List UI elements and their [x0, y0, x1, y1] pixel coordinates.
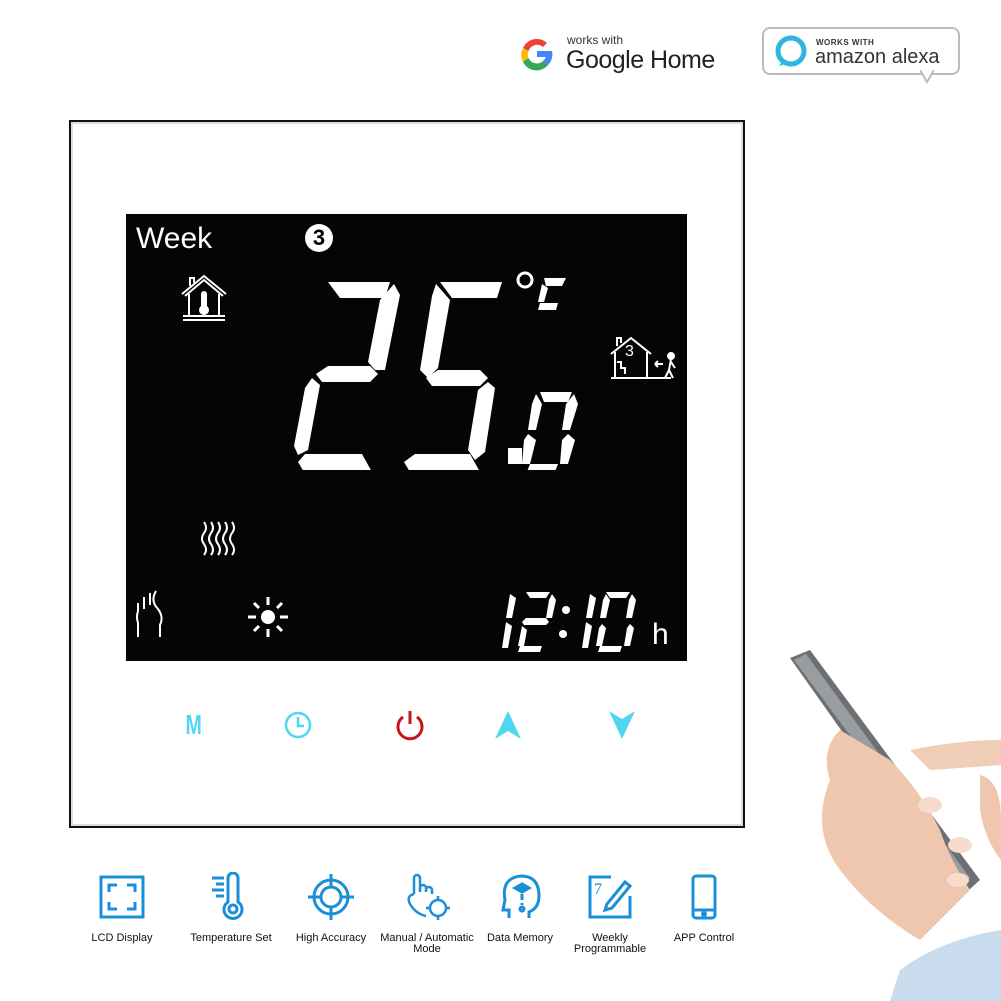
power-button[interactable]: [385, 700, 435, 750]
feature-label: Temperature Set: [190, 932, 272, 944]
google-g-icon: [521, 38, 553, 71]
hand-heat-icon: [136, 590, 163, 637]
feature-label: LCD Display: [91, 932, 153, 944]
program-number-badge: 3: [305, 224, 333, 252]
amazon-alexa-badge: WORKS WITH amazon alexa: [762, 27, 960, 75]
weekly-programmable-icon: 7: [588, 875, 633, 919]
celsius-unit: [516, 271, 566, 310]
svg-text:7: 7: [594, 881, 602, 898]
feature-temperature-set: Temperature Set: [176, 871, 286, 944]
clock-icon: [284, 711, 312, 739]
alexa-bubble-tail: [920, 70, 934, 84]
google-home-name: Google Home: [566, 46, 715, 74]
lcd-display-icon: [99, 875, 145, 919]
alexa-ring-icon: [775, 35, 807, 67]
away-mode-icon: [610, 336, 676, 379]
mode-button[interactable]: M: [169, 700, 219, 750]
feature-label: APP Control: [673, 932, 735, 944]
data-memory-icon: [501, 874, 541, 918]
manual-automatic-icon: [407, 873, 450, 920]
feature-lcd-display: LCD Display: [67, 872, 177, 944]
mode-button-label: M: [185, 709, 203, 740]
house-thermometer-icon: [181, 274, 227, 321]
google-works-with: works with: [567, 33, 624, 47]
alexa-name: amazon alexa: [815, 46, 940, 68]
clock-digits: [502, 592, 636, 652]
temperature-set-icon: [212, 871, 244, 920]
clock-unit: h: [652, 618, 669, 651]
hand-phone-image: [790, 650, 1001, 1001]
power-icon: [396, 711, 424, 741]
week-mode-label: Week: [136, 222, 213, 255]
app-control-icon: [691, 874, 717, 920]
high-accuracy-icon: [308, 874, 354, 920]
heating-waves-icon: [201, 521, 235, 556]
google-home-badge: works with Google Home: [515, 30, 715, 80]
down-button[interactable]: [597, 700, 647, 750]
sun-icon: [248, 597, 288, 637]
feature-app-control: APP Control: [649, 872, 759, 944]
up-arrow-icon: [495, 711, 521, 739]
away-house-number: 3: [625, 343, 634, 360]
feature-label: High Accuracy: [295, 932, 367, 944]
feature-high-accuracy: High Accuracy: [276, 872, 386, 944]
clock-button[interactable]: [273, 700, 323, 750]
up-button[interactable]: [483, 700, 533, 750]
down-arrow-icon: [609, 711, 635, 739]
